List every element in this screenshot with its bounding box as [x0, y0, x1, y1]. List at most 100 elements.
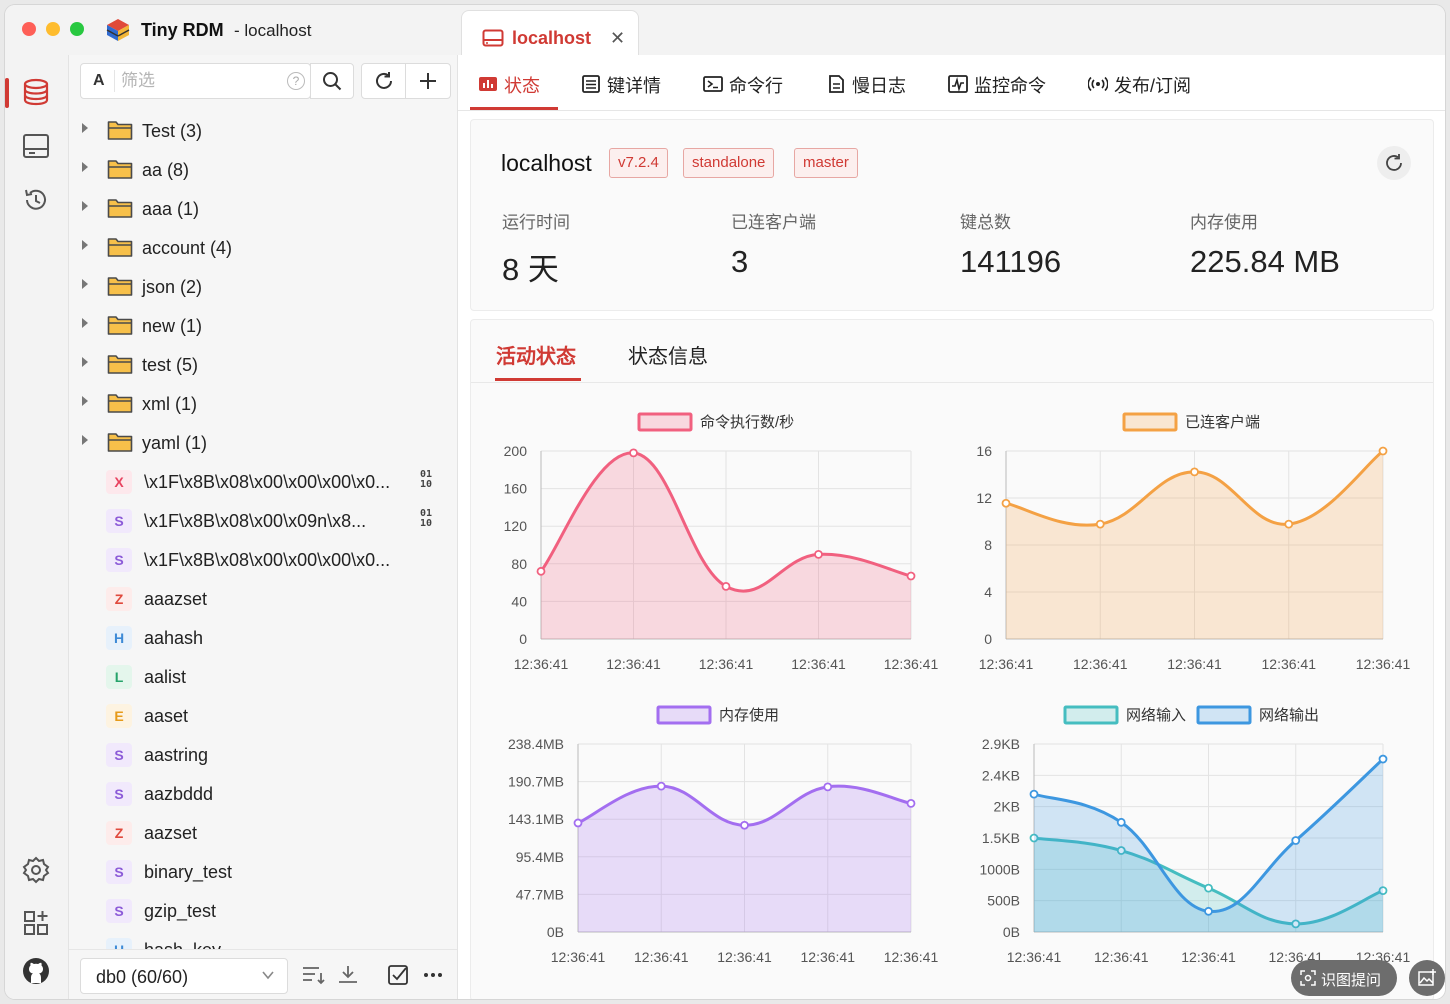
reload-button[interactable] [361, 63, 407, 99]
key-type-badge: L [106, 665, 132, 689]
x-tick-label: 12:36:41 [884, 656, 939, 672]
app-subtitle: - localhost [234, 21, 312, 40]
key-group[interactable]: yaml (1) [69, 423, 457, 461]
refresh-icon [1386, 154, 1402, 171]
key-group-label: aaa (1) [142, 199, 200, 219]
filter-input[interactable] [119, 69, 283, 93]
match-mode-toggle[interactable]: A [93, 72, 105, 90]
folder-icon [107, 121, 133, 140]
add-key-button[interactable] [405, 63, 451, 99]
key-group[interactable]: aaa (1) [69, 189, 457, 227]
key-group[interactable]: account (4) [69, 228, 457, 266]
expand-arrow-icon[interactable] [82, 318, 88, 328]
folder-icon [107, 433, 133, 452]
tab-localhost[interactable]: localhost ✕ [461, 10, 639, 58]
help-icon[interactable]: ? [287, 72, 305, 90]
ocr-ask-button[interactable]: 识图提问 [1291, 960, 1397, 996]
more-icon[interactable] [421, 964, 445, 986]
key-group[interactable]: json (2) [69, 267, 457, 305]
load-all-icon[interactable] [336, 964, 360, 986]
settings-gear-icon[interactable] [21, 855, 51, 885]
legend-label: 已连客户端 [1185, 414, 1260, 431]
key-item[interactable]: Laalist [69, 657, 457, 695]
key-item[interactable]: Sbinary_test [69, 852, 457, 890]
checkbox-select-icon[interactable] [387, 964, 411, 986]
sort-icon[interactable] [301, 964, 325, 986]
expand-arrow-icon[interactable] [82, 123, 88, 133]
key-item[interactable]: Zaaazset [69, 579, 457, 617]
close-window-button[interactable] [22, 22, 36, 36]
key-item[interactable]: Zaazset [69, 813, 457, 851]
database-icon[interactable] [21, 77, 51, 107]
role-tag: master [794, 148, 858, 178]
tab-status-info[interactable]: 状态信息 [628, 340, 708, 369]
expand-arrow-icon[interactable] [82, 279, 88, 289]
key-item[interactable]: Saastring [69, 735, 457, 773]
x-tick-label: 12:36:41 [1167, 656, 1222, 672]
zoom-window-button[interactable] [70, 22, 84, 36]
data-point [1116, 817, 1126, 827]
clients-value: 3 [731, 244, 749, 279]
x-tick-label: 12:36:41 [699, 656, 754, 672]
key-name: gzip_test [144, 901, 217, 921]
x-tick-label: 12:36:41 [606, 656, 661, 672]
apps-grid-icon[interactable] [21, 908, 51, 938]
expand-arrow-icon[interactable] [82, 240, 88, 250]
key-type-badge: S [106, 548, 132, 572]
key-tree: Test (3) aa (8) aaa (1) account (4) json (2)… [69, 111, 457, 949]
key-item[interactable]: Saazbddd [69, 774, 457, 812]
plus-icon [420, 73, 436, 89]
expand-arrow-icon[interactable] [82, 396, 88, 406]
data-point [1095, 519, 1105, 529]
key-item[interactable]: Haahash [69, 618, 457, 656]
key-group[interactable]: test (5) [69, 345, 457, 383]
key-item[interactable]: Hhash_key [69, 930, 457, 949]
tab-label: localhost [512, 28, 592, 48]
data-point [1029, 789, 1039, 799]
minimize-window-button[interactable] [46, 22, 60, 36]
history-icon[interactable] [21, 185, 51, 215]
key-item[interactable]: X \x1F\x8B\x08\x00\x00\x00\x0... 01 10 [69, 462, 457, 500]
keys-value: 141196 [960, 244, 1062, 279]
key-name: \x1F\x8B\x08\x00\x00\x00\x0... [144, 472, 391, 492]
expand-arrow-icon[interactable] [82, 435, 88, 445]
y-tick-label: 1.5KB [982, 830, 1020, 846]
connections-icon[interactable] [21, 131, 51, 161]
refresh-button[interactable] [1377, 146, 1411, 180]
github-icon[interactable] [21, 956, 51, 986]
x-tick-label: 12:36:41 [791, 656, 846, 672]
y-tick-label: 47.7MB [516, 886, 564, 902]
binary-key-badge: 01 10 [420, 470, 432, 490]
database-select[interactable]: db0 (60/60) [80, 958, 288, 994]
folder-icon [107, 238, 133, 257]
key-group-label: aa (8) [142, 160, 190, 180]
key-group[interactable]: aa (8) [69, 150, 457, 188]
key-group-label: json (2) [142, 277, 203, 297]
tab-activity[interactable]: 活动状态 [496, 340, 576, 369]
key-group[interactable]: xml (1) [69, 384, 457, 422]
legend-swatch [1196, 705, 1252, 725]
key-name: aalist [144, 667, 187, 687]
key-item[interactable]: S \x1F\x8B\x08\x00\x00\x00\x0... [69, 540, 457, 578]
tab-close-icon[interactable]: ✕ [610, 28, 625, 49]
expand-arrow-icon[interactable] [82, 201, 88, 211]
key-item[interactable]: S \x1F\x8B\x08\x00\x09n\x8... 01 10 [69, 501, 457, 539]
legend-label: 网络输入 [1126, 707, 1186, 724]
key-group[interactable]: new (1) [69, 306, 457, 344]
key-item[interactable]: Eaaset [69, 696, 457, 734]
key-type-badge: S [106, 860, 132, 884]
search-button[interactable] [310, 63, 354, 99]
key-type-badge: S [106, 743, 132, 767]
expand-arrow-icon[interactable] [82, 162, 88, 172]
key-group[interactable]: Test (3) [69, 111, 457, 149]
activity-bar [5, 55, 69, 999]
image-button[interactable] [1409, 960, 1445, 996]
data-point [1001, 498, 1011, 508]
tab-label: 命令行 [729, 76, 783, 96]
expand-arrow-icon[interactable] [82, 357, 88, 367]
key-name: aahash [144, 628, 204, 648]
key-item[interactable]: Sgzip_test [69, 891, 457, 929]
active-indicator [5, 78, 9, 108]
x-tick-label: 12:36:41 [717, 949, 772, 965]
chevron-down-icon [262, 971, 274, 980]
